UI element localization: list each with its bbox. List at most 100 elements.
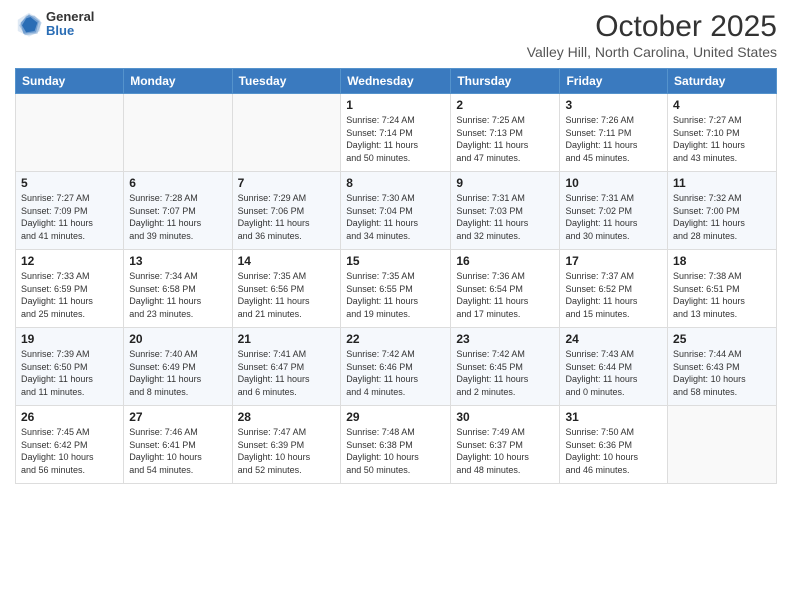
week-row-5: 26Sunrise: 7:45 AM Sunset: 6:42 PM Dayli…: [16, 406, 777, 484]
day-info: Sunrise: 7:31 AM Sunset: 7:02 PM Dayligh…: [565, 192, 662, 242]
day-number: 23: [456, 332, 554, 346]
day-number: 3: [565, 98, 662, 112]
table-row: 7 Sunrise: 7:29 AM Sunset: 7:06 PM Daylig…: [232, 172, 341, 250]
table-row: [124, 94, 232, 172]
table-row: 28 Sunrise: 7:47 AM Sunset: 6:39 PM Dayli…: [232, 406, 341, 484]
day-info: Sunrise: 7:50 AM Sunset: 6:36 PM Dayligh…: [565, 426, 662, 476]
table-row: 4 Sunrise: 7:27 AM Sunset: 7:10 PM Daylig…: [668, 94, 777, 172]
day-number: 1: [346, 98, 445, 112]
day-info: Sunrise: 7:38 AM Sunset: 6:51 PM Dayligh…: [673, 270, 771, 320]
day-info: Sunrise: 7:28 AM Sunset: 7:07 PM Dayligh…: [129, 192, 226, 242]
table-row: 21Sunrise: 7:41 AM Sunset: 6:47 PM Dayli…: [232, 328, 341, 406]
week-row-1: 1 Sunrise: 7:24 AM Sunset: 7:14 PM Daylig…: [16, 94, 777, 172]
table-row: [668, 406, 777, 484]
day-number: 20: [129, 332, 226, 346]
day-info: Sunrise: 7:33 AM Sunset: 6:59 PM Dayligh…: [21, 270, 118, 320]
day-info: Sunrise: 7:24 AM Sunset: 7:14 PM Dayligh…: [346, 114, 445, 164]
day-number: 21: [238, 332, 336, 346]
table-row: 15 Sunrise: 7:35 AM Sunset: 6:55 PM Dayli…: [341, 250, 451, 328]
logo-blue: Blue: [46, 24, 94, 38]
day-number: 15: [346, 254, 445, 268]
table-row: 29Sunrise: 7:48 AM Sunset: 6:38 PM Dayli…: [341, 406, 451, 484]
day-info: Sunrise: 7:32 AM Sunset: 7:00 PM Dayligh…: [673, 192, 771, 242]
table-row: 3Sunrise: 7:26 AM Sunset: 7:11 PM Daylig…: [560, 94, 668, 172]
table-row: 1 Sunrise: 7:24 AM Sunset: 7:14 PM Daylig…: [341, 94, 451, 172]
day-number: 10: [565, 176, 662, 190]
month-title: October 2025: [527, 10, 777, 44]
table-row: 22 Sunrise: 7:42 AM Sunset: 6:46 PM Dayli…: [341, 328, 451, 406]
day-number: 26: [21, 410, 118, 424]
table-row: 31 Sunrise: 7:50 AM Sunset: 6:36 PM Dayli…: [560, 406, 668, 484]
day-info: Sunrise: 7:37 AM Sunset: 6:52 PM Dayligh…: [565, 270, 662, 320]
day-number: 9: [456, 176, 554, 190]
logo-general: General: [46, 10, 94, 24]
day-info: Sunrise: 7:48 AM Sunset: 6:38 PM Dayligh…: [346, 426, 445, 476]
day-info: Sunrise: 7:40 AM Sunset: 6:49 PM Dayligh…: [129, 348, 226, 398]
day-number: 17: [565, 254, 662, 268]
calendar: Sunday Monday Tuesday Wednesday Thursday…: [15, 68, 777, 484]
day-number: 14: [238, 254, 336, 268]
logo-icon: [15, 10, 43, 38]
header-friday: Friday: [560, 69, 668, 94]
day-number: 6: [129, 176, 226, 190]
day-info: Sunrise: 7:31 AM Sunset: 7:03 PM Dayligh…: [456, 192, 554, 242]
table-row: 6 Sunrise: 7:28 AM Sunset: 7:07 PM Daylig…: [124, 172, 232, 250]
header: General Blue October 2025 Valley Hill, N…: [15, 10, 777, 60]
day-number: 19: [21, 332, 118, 346]
day-info: Sunrise: 7:46 AM Sunset: 6:41 PM Dayligh…: [129, 426, 226, 476]
table-row: 30 Sunrise: 7:49 AM Sunset: 6:37 PM Dayli…: [451, 406, 560, 484]
table-row: 16 Sunrise: 7:36 AM Sunset: 6:54 PM Dayli…: [451, 250, 560, 328]
day-number: 16: [456, 254, 554, 268]
day-number: 22: [346, 332, 445, 346]
day-number: 13: [129, 254, 226, 268]
table-row: 20 Sunrise: 7:40 AM Sunset: 6:49 PM Dayli…: [124, 328, 232, 406]
page: General Blue October 2025 Valley Hill, N…: [0, 0, 792, 612]
day-number: 25: [673, 332, 771, 346]
table-row: 13Sunrise: 7:34 AM Sunset: 6:58 PM Dayli…: [124, 250, 232, 328]
day-number: 2: [456, 98, 554, 112]
day-number: 30: [456, 410, 554, 424]
day-info: Sunrise: 7:42 AM Sunset: 6:45 PM Dayligh…: [456, 348, 554, 398]
day-number: 27: [129, 410, 226, 424]
day-info: Sunrise: 7:27 AM Sunset: 7:09 PM Dayligh…: [21, 192, 118, 242]
day-info: Sunrise: 7:30 AM Sunset: 7:04 PM Dayligh…: [346, 192, 445, 242]
day-number: 7: [238, 176, 336, 190]
table-row: 2Sunrise: 7:25 AM Sunset: 7:13 PM Daylig…: [451, 94, 560, 172]
day-info: Sunrise: 7:36 AM Sunset: 6:54 PM Dayligh…: [456, 270, 554, 320]
day-info: Sunrise: 7:49 AM Sunset: 6:37 PM Dayligh…: [456, 426, 554, 476]
day-number: 24: [565, 332, 662, 346]
day-number: 18: [673, 254, 771, 268]
day-info: Sunrise: 7:43 AM Sunset: 6:44 PM Dayligh…: [565, 348, 662, 398]
day-info: Sunrise: 7:35 AM Sunset: 6:55 PM Dayligh…: [346, 270, 445, 320]
table-row: 23 Sunrise: 7:42 AM Sunset: 6:45 PM Dayli…: [451, 328, 560, 406]
week-row-3: 12 Sunrise: 7:33 AM Sunset: 6:59 PM Dayli…: [16, 250, 777, 328]
day-info: Sunrise: 7:47 AM Sunset: 6:39 PM Dayligh…: [238, 426, 336, 476]
day-info: Sunrise: 7:44 AM Sunset: 6:43 PM Dayligh…: [673, 348, 771, 398]
header-wednesday: Wednesday: [341, 69, 451, 94]
day-number: 31: [565, 410, 662, 424]
table-row: 8 Sunrise: 7:30 AM Sunset: 7:04 PM Daylig…: [341, 172, 451, 250]
day-info: Sunrise: 7:29 AM Sunset: 7:06 PM Dayligh…: [238, 192, 336, 242]
day-number: 4: [673, 98, 771, 112]
week-row-4: 19Sunrise: 7:39 AM Sunset: 6:50 PM Dayli…: [16, 328, 777, 406]
table-row: 24 Sunrise: 7:43 AM Sunset: 6:44 PM Dayli…: [560, 328, 668, 406]
header-sunday: Sunday: [16, 69, 124, 94]
table-row: 12 Sunrise: 7:33 AM Sunset: 6:59 PM Dayli…: [16, 250, 124, 328]
table-row: 26Sunrise: 7:45 AM Sunset: 6:42 PM Dayli…: [16, 406, 124, 484]
table-row: [232, 94, 341, 172]
table-row: 9 Sunrise: 7:31 AM Sunset: 7:03 PM Daylig…: [451, 172, 560, 250]
day-info: Sunrise: 7:27 AM Sunset: 7:10 PM Dayligh…: [673, 114, 771, 164]
day-number: 12: [21, 254, 118, 268]
day-number: 8: [346, 176, 445, 190]
day-info: Sunrise: 7:42 AM Sunset: 6:46 PM Dayligh…: [346, 348, 445, 398]
logo: General Blue: [15, 10, 94, 39]
title-section: October 2025 Valley Hill, North Carolina…: [527, 10, 777, 60]
day-number: 11: [673, 176, 771, 190]
table-row: 27 Sunrise: 7:46 AM Sunset: 6:41 PM Dayli…: [124, 406, 232, 484]
day-number: 28: [238, 410, 336, 424]
table-row: 10 Sunrise: 7:31 AM Sunset: 7:02 PM Dayli…: [560, 172, 668, 250]
header-thursday: Thursday: [451, 69, 560, 94]
table-row: 25 Sunrise: 7:44 AM Sunset: 6:43 PM Dayli…: [668, 328, 777, 406]
day-info: Sunrise: 7:35 AM Sunset: 6:56 PM Dayligh…: [238, 270, 336, 320]
day-number: 5: [21, 176, 118, 190]
